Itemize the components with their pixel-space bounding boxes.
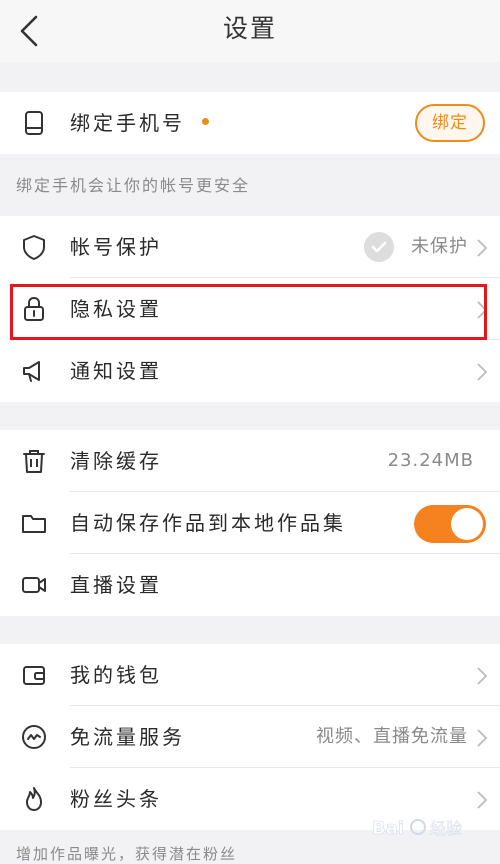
account-protection-status: 未保护 xyxy=(411,236,468,257)
clear-cache-row[interactable]: 清除缓存 23.24MB xyxy=(0,430,500,492)
auto-save-row: 自动保存作品到本地作品集 xyxy=(0,492,500,554)
check-icon xyxy=(364,232,394,262)
auto-save-label: 自动保存作品到本地作品集 xyxy=(70,511,346,535)
megaphone-icon xyxy=(23,361,40,382)
folder-icon xyxy=(22,515,46,533)
live-settings-row[interactable]: 直播设置 xyxy=(0,554,500,616)
fan-headline-label: 粉丝头条 xyxy=(70,787,162,811)
bind-phone-hint: 绑定手机会让你的帐号更安全 xyxy=(16,176,251,195)
bind-button[interactable]: 绑定 xyxy=(415,104,485,142)
account-protection-row[interactable]: 帐号保护 未保护 xyxy=(0,216,500,278)
chevron-right-icon xyxy=(477,667,488,685)
baidu-watermark: Bai 经验 xyxy=(372,818,462,840)
auto-save-toggle[interactable] xyxy=(414,505,486,543)
security-section: 帐号保护 未保护 隐私设置 通知设置 xyxy=(0,216,500,402)
notification-settings-row[interactable]: 通知设置 xyxy=(0,340,500,402)
chevron-right-icon xyxy=(477,301,488,319)
privacy-settings-label: 隐私设置 xyxy=(70,297,162,321)
svg-text:经验: 经验 xyxy=(430,819,462,838)
clear-cache-label: 清除缓存 xyxy=(70,449,162,473)
chevron-right-icon xyxy=(477,729,488,747)
storage-section: 清除缓存 23.24MB 自动保存作品到本地作品集 直播设置 xyxy=(0,430,500,616)
page-title: 设置 xyxy=(222,14,277,43)
bind-phone-label: 绑定手机号 xyxy=(70,111,185,135)
my-wallet-label: 我的钱包 xyxy=(70,663,162,687)
account-protection-label: 帐号保护 xyxy=(70,235,162,259)
video-camera-icon xyxy=(22,577,46,593)
phone-icon xyxy=(25,111,43,135)
toggle-knob xyxy=(451,508,483,540)
flame-icon xyxy=(26,787,42,811)
free-data-label: 免流量服务 xyxy=(70,725,185,749)
cache-size: 23.24MB xyxy=(387,450,474,471)
bind-phone-row[interactable]: 绑定手机号 绑定 xyxy=(0,92,500,154)
free-data-value: 视频、直播免流量 xyxy=(316,726,468,747)
notification-settings-label: 通知设置 xyxy=(70,359,162,383)
wallet-icon xyxy=(23,666,45,685)
chevron-right-icon xyxy=(477,239,488,257)
lock-icon xyxy=(24,296,44,321)
live-settings-label: 直播设置 xyxy=(70,573,162,597)
shield-icon xyxy=(23,235,45,260)
chevron-right-icon xyxy=(477,791,488,809)
svg-text:Bai: Bai xyxy=(372,818,404,839)
privacy-settings-row[interactable]: 隐私设置 xyxy=(0,278,500,340)
my-wallet-row[interactable]: 我的钱包 xyxy=(0,644,500,706)
footer-hint: 增加作品曝光，获得潜在粉丝 xyxy=(16,845,238,863)
free-data-row[interactable]: 免流量服务 视频、直播免流量 xyxy=(0,706,500,768)
wallet-section: 我的钱包 免流量服务 视频、直播免流量 粉丝头条 xyxy=(0,644,500,830)
top-bar: 设置 xyxy=(0,0,500,62)
trash-icon xyxy=(23,450,45,473)
phone-binding-section: 绑定手机号 绑定 xyxy=(0,92,500,154)
notification-dot xyxy=(202,118,209,125)
data-wave-icon xyxy=(22,725,46,749)
chevron-right-icon xyxy=(477,363,488,381)
